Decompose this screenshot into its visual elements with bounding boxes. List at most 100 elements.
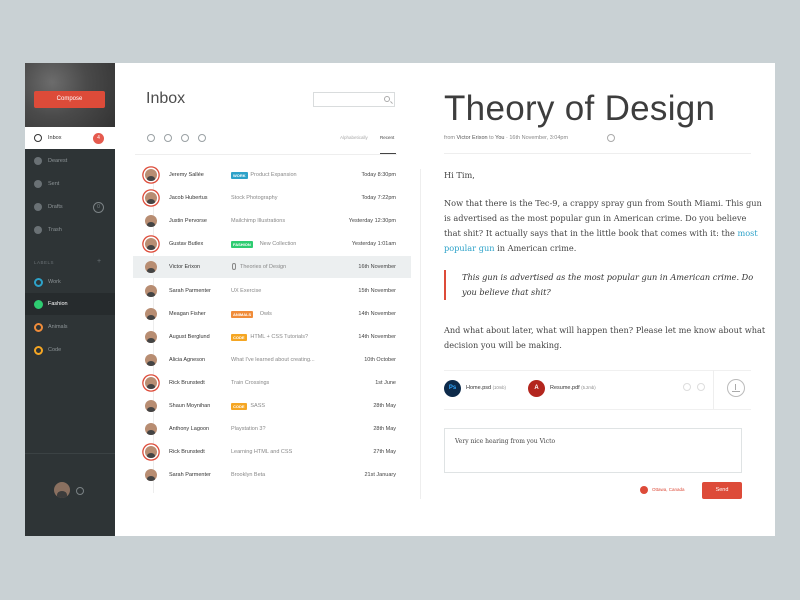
message-subject: New Collection bbox=[259, 241, 297, 248]
sender-name: Rick Brunstedt bbox=[169, 449, 205, 456]
paragraph-text: Now that there is the Tec-9, a crappy sp… bbox=[444, 198, 762, 238]
label-animals[interactable]: Animals bbox=[25, 316, 115, 338]
attachment-name: Resume.pdf bbox=[550, 385, 580, 391]
table-row[interactable]: Anthony Lagoon Playstation 3? 28th May bbox=[133, 418, 411, 440]
sender-name: Jeremy Sallée bbox=[169, 172, 204, 178]
status-icon[interactable] bbox=[76, 487, 84, 495]
attachments-divider bbox=[444, 370, 751, 371]
table-row[interactable]: Meagan Fisher ANIMALS Owls 14th November bbox=[133, 303, 411, 325]
message-date: 14th November bbox=[358, 333, 396, 340]
table-row[interactable]: Sarah Parmenter Brooklyn Beta 21st January bbox=[133, 464, 411, 486]
attachment-next-icon[interactable] bbox=[697, 383, 705, 391]
attachment-prev-icon[interactable] bbox=[683, 383, 691, 391]
avatar bbox=[145, 330, 157, 343]
recipient-name[interactable]: You bbox=[495, 135, 504, 141]
send-button[interactable]: Send bbox=[702, 482, 742, 499]
attachment-name: Home.psd bbox=[466, 385, 492, 391]
label-color-icon bbox=[34, 278, 43, 287]
sidebar-item-sent[interactable]: Sent bbox=[25, 173, 115, 195]
table-row[interactable]: Jacob Hubertus Stock Photography Today 7:2… bbox=[133, 187, 411, 209]
more-icon[interactable] bbox=[198, 134, 206, 142]
label-work[interactable]: Work bbox=[25, 271, 115, 293]
message-date: 21st January bbox=[364, 472, 397, 479]
sort-recent-tab[interactable]: Recent bbox=[380, 135, 394, 140]
avatar bbox=[145, 353, 157, 366]
message-date: Today 8:30pm bbox=[361, 172, 396, 178]
location-label[interactable]: Ottawa, Canada bbox=[652, 487, 685, 492]
avatar bbox=[145, 192, 157, 205]
message-date: Today 7:22pm bbox=[361, 195, 396, 202]
attachment-size: (10mb) bbox=[492, 385, 506, 390]
sidebar-item-drafts[interactable]: Drafts 0 bbox=[25, 196, 115, 218]
attachment-resume-pdf[interactable]: Resume.pdf (5.2mb) bbox=[550, 385, 596, 391]
table-row[interactable]: Shaun Moynihan CODE SASS 28th May bbox=[133, 395, 411, 417]
inbox-icon bbox=[34, 134, 42, 142]
sidebar-item-label: Dearest bbox=[48, 158, 68, 164]
message-subject: Product Expansion bbox=[250, 172, 297, 178]
delete-icon[interactable] bbox=[181, 134, 189, 142]
label-code[interactable]: Code bbox=[25, 339, 115, 361]
label-name: Fashion bbox=[48, 301, 68, 307]
message-subject: Learning HTML and CSS bbox=[231, 449, 293, 456]
label-color-icon bbox=[34, 300, 43, 309]
refresh-icon[interactable] bbox=[147, 134, 155, 142]
sender-name: Rick Brunstedt bbox=[169, 379, 205, 386]
attachments-vertical-divider bbox=[713, 370, 714, 409]
labels-heading: LABELS bbox=[34, 260, 55, 265]
table-row[interactable]: Rick Brunstedt Learning HTML and CSS 27th … bbox=[133, 441, 411, 463]
attachment-size: (5.2mb) bbox=[581, 385, 596, 390]
download-icon[interactable] bbox=[727, 379, 745, 397]
message-greeting: Hi Tim, bbox=[444, 170, 475, 180]
sidebar-item-label: Trash bbox=[48, 227, 62, 233]
compose-button[interactable]: Compose bbox=[34, 91, 105, 108]
sidebar-footer-divider bbox=[25, 453, 115, 454]
search-input[interactable] bbox=[313, 92, 395, 107]
message-options-icon[interactable] bbox=[607, 134, 615, 142]
sender-name[interactable]: Victor Erixon bbox=[457, 135, 488, 141]
label-fashion[interactable]: Fashion bbox=[25, 293, 115, 315]
label-color-icon bbox=[34, 323, 43, 332]
sender-name: August Berglund bbox=[169, 333, 210, 340]
label-tag: FASHION bbox=[231, 241, 253, 249]
table-row[interactable]: August Berglund CODE HTML + CSS Tutorials?… bbox=[133, 326, 411, 348]
table-row[interactable]: Rick Brunstedt Train Crossings 1st June bbox=[133, 372, 411, 394]
page-title: Inbox bbox=[146, 90, 186, 107]
add-label-button[interactable]: + bbox=[97, 258, 101, 265]
sidebar-item-dearest[interactable]: Dearest bbox=[25, 150, 115, 172]
message-subject: SASS bbox=[250, 403, 266, 409]
message-subject: Owls bbox=[259, 310, 272, 317]
message-subject: Playstation 3? bbox=[231, 426, 266, 433]
attachment-home-psd[interactable]: Home.psd (10mb) bbox=[466, 385, 506, 391]
message-date: 15th November bbox=[358, 287, 396, 294]
label-tag: CODE bbox=[231, 403, 247, 410]
table-row[interactable]: Victor Erixon Theories of Design 16th Nove… bbox=[133, 256, 411, 279]
avatar bbox=[145, 284, 157, 297]
table-row[interactable]: Sarah Parmenter UX Exercise 15th November bbox=[133, 280, 411, 302]
search-icon[interactable] bbox=[384, 96, 390, 102]
avatar bbox=[145, 261, 157, 274]
table-row[interactable]: Alicia Agneson What I've learned about cr… bbox=[133, 349, 411, 371]
sidebar-item-inbox[interactable]: Inbox 4 bbox=[25, 127, 115, 149]
avatar bbox=[145, 469, 157, 482]
sort-alphabetically-tab[interactable]: Alphabetically bbox=[340, 135, 368, 140]
pdf-file-icon[interactable]: A bbox=[528, 380, 545, 397]
message-paragraph: Now that there is the Tec-9, a crappy sp… bbox=[444, 196, 764, 256]
avatar bbox=[145, 169, 157, 181]
avatar bbox=[145, 446, 157, 459]
paperclip-icon bbox=[232, 263, 236, 271]
table-row[interactable]: Gustav Butlex FASHION New Collection Yester… bbox=[133, 233, 411, 255]
avatar bbox=[145, 307, 157, 320]
message-date: 27th May bbox=[373, 449, 396, 456]
photoshop-file-icon[interactable]: Ps bbox=[444, 380, 461, 397]
meta-separator: · bbox=[505, 135, 508, 141]
archive-icon[interactable] bbox=[164, 134, 172, 142]
heart-icon bbox=[34, 157, 42, 165]
sidebar-item-trash[interactable]: Trash bbox=[25, 219, 115, 241]
reply-textarea[interactable]: Very nice hearing from you Victo bbox=[444, 428, 742, 473]
user-avatar[interactable] bbox=[54, 482, 70, 498]
table-row[interactable]: Jeremy Sallée WORK Product Expansion Today … bbox=[133, 164, 411, 186]
sender-name: Meagan Fisher bbox=[169, 310, 206, 317]
table-row[interactable]: Justin Pervorse Mailchimp Illustrations Ye… bbox=[133, 210, 411, 232]
location-icon[interactable] bbox=[640, 486, 648, 494]
message-subject: Brooklyn Beta bbox=[231, 472, 266, 479]
